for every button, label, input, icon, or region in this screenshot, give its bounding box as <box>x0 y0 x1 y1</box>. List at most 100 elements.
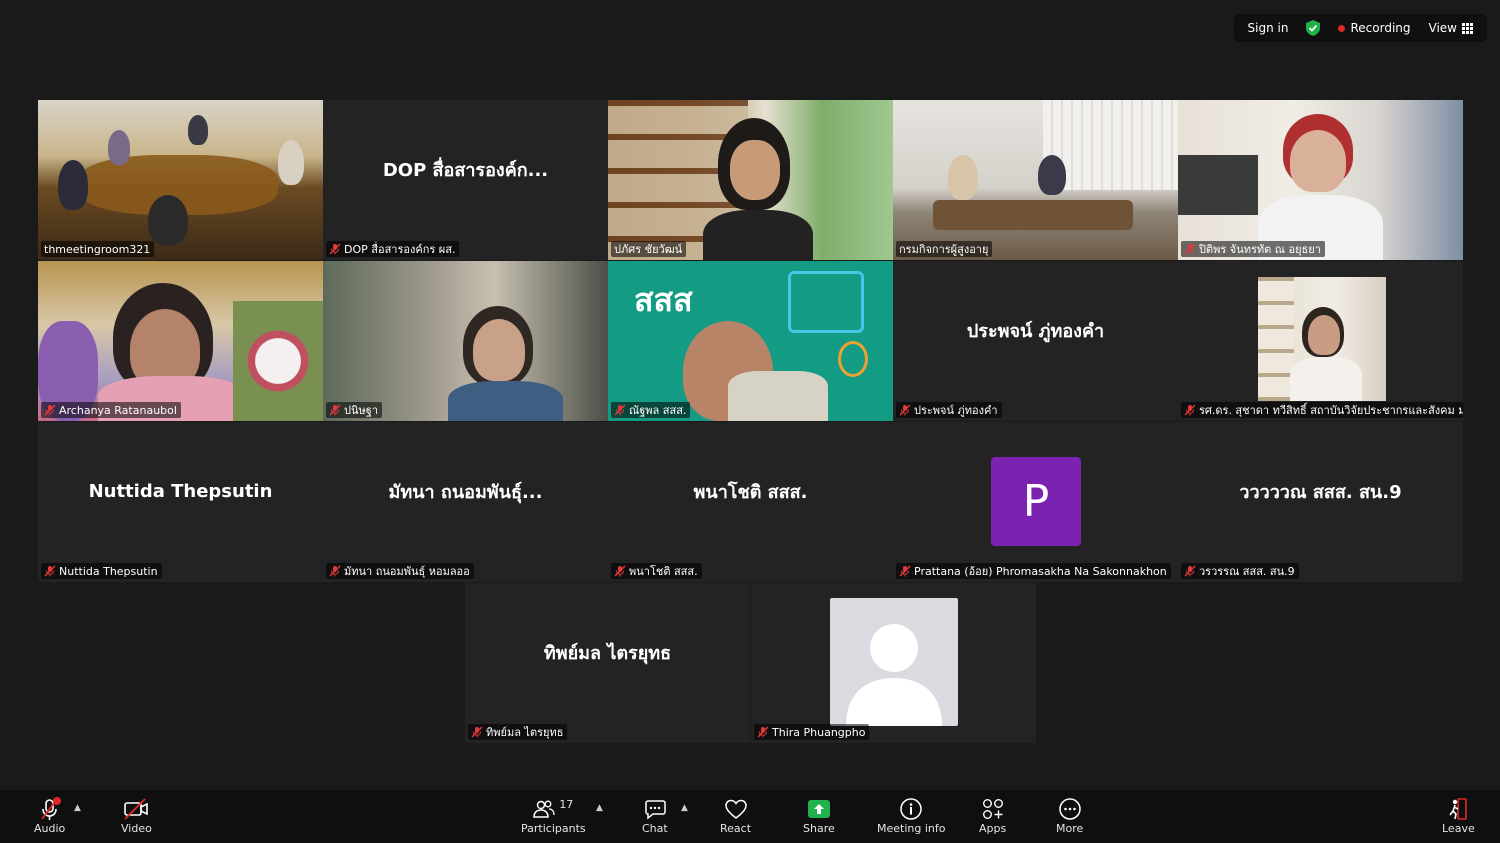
more-button[interactable]: More <box>1056 796 1083 835</box>
video-off-icon <box>123 796 149 822</box>
avatar-letter: P <box>1022 476 1050 527</box>
apps-icon <box>981 796 1005 822</box>
video-tile-archanya[interactable]: Archanya Ratanaubol <box>38 261 323 421</box>
participant-display-name: Nuttida Thepsutin <box>88 480 273 502</box>
participant-name-label: ปิติพร จันทรทัต ณ อยุธยา <box>1181 241 1325 257</box>
participant-display-name: วววววณ สสส. สน.9 <box>1239 481 1402 503</box>
participant-name-label: รศ.ดร. สุชาดา ทวีสิทธิ์ สถาบันวิจัยประชา… <box>1181 402 1463 418</box>
video-tile-department[interactable]: กรมกิจการผู้สูงอายุ <box>893 100 1178 260</box>
panittha-video <box>323 261 608 421</box>
video-tile-pitiporn[interactable]: ปิติพร จันทรทัต ณ อยุธยา <box>1178 100 1463 260</box>
video-tile-prapot[interactable]: ประพจน์ ภู่ทองคำ ประพจน์ ภู่ทองคำ <box>893 261 1178 421</box>
chat-label: Chat <box>642 822 668 835</box>
recording-indicator[interactable]: Recording <box>1338 21 1411 35</box>
sign-in-button[interactable]: Sign in <box>1248 21 1289 35</box>
apps-button[interactable]: Apps <box>979 796 1006 835</box>
info-icon <box>899 796 923 822</box>
participant-name-label: Thira Phuangpho <box>754 724 870 740</box>
video-tile-active-speaker[interactable]: ปภัศร ชัยวัฒน์ <box>608 100 893 260</box>
participants-options-caret-icon[interactable]: ▲ <box>596 803 603 813</box>
participant-display-name: มัทนา ถนอมพันธุ์... <box>388 481 543 503</box>
leave-button[interactable]: Leave <box>1442 796 1475 835</box>
apps-label: Apps <box>979 822 1007 835</box>
suchada-video <box>1258 277 1386 401</box>
sign-in-label: Sign in <box>1247 21 1289 35</box>
video-tile-tipmon[interactable]: ทิพย์มล ไตรยุทธ ทิพย์มล ไตรยุทธ <box>465 583 750 743</box>
chat-options-caret-icon[interactable]: ▲ <box>681 803 688 813</box>
video-tile-suchada[interactable]: รศ.ดร. สุชาดา ทวีสิทธิ์ สถาบันวิจัยประชา… <box>1178 261 1463 421</box>
share-label: Share <box>803 822 835 835</box>
participant-display-name: ทิพย์มล ไตรยุทธ <box>543 642 672 664</box>
video-tile-worawan[interactable]: วววววณ สสส. สน.9 วรวรรณ สสส. สน.9 <box>1178 422 1463 582</box>
participant-name-label: วรวรรณ สสส. สน.9 <box>1181 563 1299 579</box>
leave-label: Leave <box>1442 822 1475 835</box>
home-video <box>1178 100 1463 260</box>
participants-icon: 17 <box>533 796 573 822</box>
participant-name-label: กรมกิจการผู้สูงอายุ <box>896 241 993 257</box>
speaker-video <box>608 100 893 260</box>
nattapol-video: สสส <box>608 261 893 421</box>
participants-button[interactable]: 17 Participants <box>521 796 586 835</box>
share-button[interactable]: Share <box>803 796 835 835</box>
audio-button[interactable]: Audio <box>34 796 65 835</box>
audio-label: Audio <box>34 822 66 835</box>
avatar: P <box>991 457 1081 546</box>
chat-button[interactable]: Chat <box>642 796 668 835</box>
participant-name-label: ปนิษฐา <box>326 402 382 418</box>
mic-muted-icon <box>471 726 483 738</box>
sss-logo-icon: สสส <box>634 281 693 319</box>
participant-name-label: Prattana (อ้อย) Phromasakha Na Sakonnakh… <box>896 563 1171 579</box>
participants-count: 17 <box>559 798 574 811</box>
recording-label: Recording <box>1350 21 1411 35</box>
mic-muted-icon <box>1184 565 1196 577</box>
video-tile-mattana[interactable]: มัทนา ถนอมพันธุ์... มัทนา ถนอมพันธุ์ หอม… <box>323 422 608 582</box>
office-video <box>893 100 1178 260</box>
participant-name-label: ทิพย์มล ไตรยุทธ <box>468 724 568 740</box>
participant-name-label: ปภัศร ชัยวัฒน์ <box>611 241 687 257</box>
participant-name-label: มัทนา ถนอมพันธุ์ หอมลออ <box>326 563 474 579</box>
participant-display-name: DOP สื่อสารองค์ก... <box>382 159 549 181</box>
meeting-info-button[interactable]: Meeting info <box>877 796 945 835</box>
participant-display-name: พนาโชติ สสส. <box>693 481 808 503</box>
video-tile-dop[interactable]: DOP สื่อสารองค์ก... DOP สื่อสารองค์กร ผส… <box>323 100 608 260</box>
heart-icon <box>724 796 748 822</box>
video-button[interactable]: Video <box>121 796 152 835</box>
recording-dot-icon <box>1338 24 1346 32</box>
chat-icon <box>643 796 667 822</box>
video-tile-panittha[interactable]: ปนิษฐา <box>323 261 608 421</box>
grid-view-icon <box>1462 22 1473 34</box>
meeting-info-label: Meeting info <box>877 822 946 835</box>
video-tile-prattana[interactable]: P Prattana (อ้อย) Phromasakha Na Sakonna… <box>893 422 1178 582</box>
share-screen-icon <box>807 796 831 822</box>
mic-muted-icon <box>329 243 341 255</box>
archanya-video <box>38 261 323 421</box>
mic-muted-icon <box>44 565 56 577</box>
video-tile-panachot[interactable]: พนาโชติ สสส. พนาโชติ สสส. <box>608 422 893 582</box>
video-tile-nattapol[interactable]: สสส ณัฐพล สสส. <box>608 261 893 421</box>
view-label: View <box>1428 21 1457 35</box>
view-button[interactable]: View <box>1429 21 1473 35</box>
participant-name-label: Nuttida Thepsutin <box>41 563 162 579</box>
mic-muted-icon <box>329 565 341 577</box>
video-label: Video <box>121 822 152 835</box>
default-avatar-icon <box>830 598 958 726</box>
participant-name-label: ประพจน์ ภู่ทองคำ <box>896 402 1002 418</box>
microphone-icon <box>39 796 61 822</box>
react-button[interactable]: React <box>720 796 751 835</box>
mic-muted-icon <box>1184 404 1196 416</box>
video-tile-meeting-room[interactable]: thmeetingroom321 <box>38 100 323 260</box>
video-tile-nuttida[interactable]: Nuttida Thepsutin Nuttida Thepsutin <box>38 422 323 582</box>
participants-label: Participants <box>521 822 586 835</box>
react-label: React <box>720 822 752 835</box>
mic-muted-icon <box>757 726 769 738</box>
meeting-room-video <box>38 100 323 260</box>
participant-display-name: ประพจน์ ภู่ทองคำ <box>966 320 1105 342</box>
mic-muted-icon <box>329 404 341 416</box>
more-icon <box>1058 796 1082 822</box>
audio-options-caret-icon[interactable]: ▲ <box>74 803 81 813</box>
participant-name-label: พนาโชติ สสส. <box>611 563 702 579</box>
mic-muted-icon <box>614 404 626 416</box>
video-tile-thira[interactable]: Thira Phuangpho <box>751 583 1036 743</box>
encryption-shield-icon[interactable] <box>1306 20 1321 36</box>
mic-muted-icon <box>614 565 626 577</box>
